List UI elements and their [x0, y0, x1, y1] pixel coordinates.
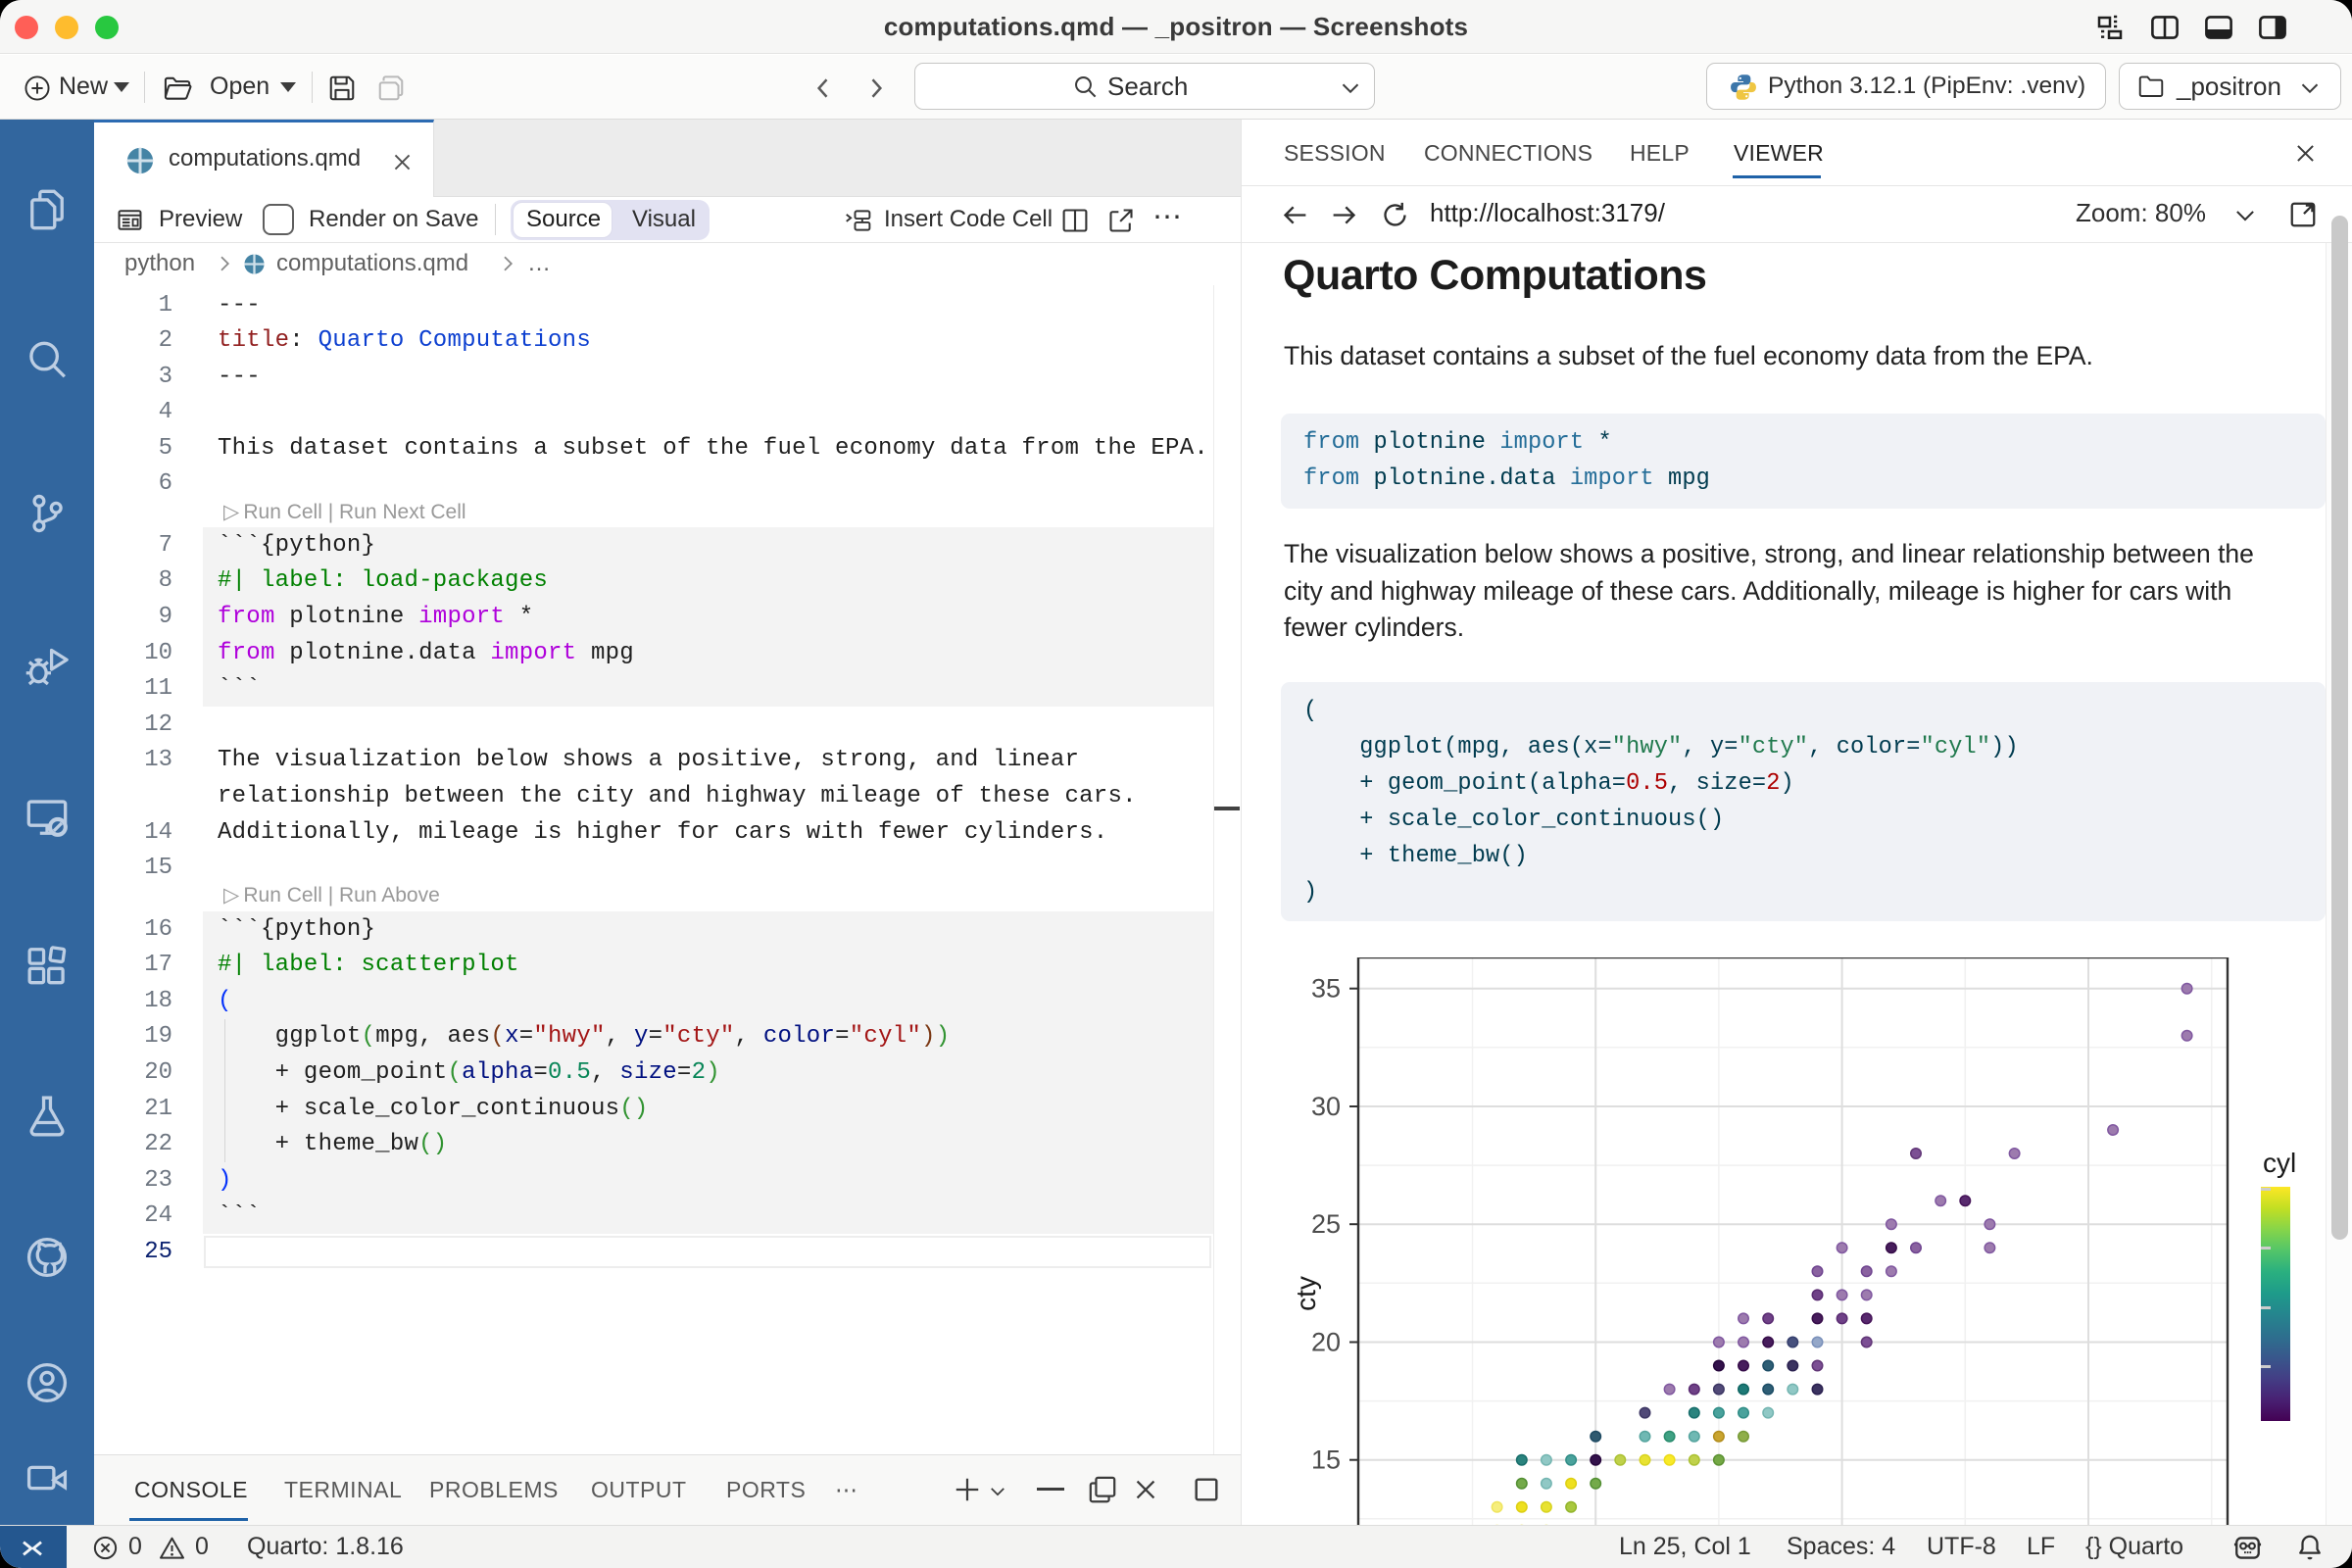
svg-text:25: 25: [1311, 1209, 1341, 1239]
svg-text:cyl: cyl: [2263, 1148, 2296, 1178]
svg-text:30: 30: [1311, 1092, 1341, 1121]
svg-text:cty: cty: [1291, 1276, 1321, 1311]
svg-text:35: 35: [1311, 974, 1341, 1004]
svg-text:15: 15: [1311, 1446, 1341, 1475]
svg-text:20: 20: [1311, 1328, 1341, 1357]
